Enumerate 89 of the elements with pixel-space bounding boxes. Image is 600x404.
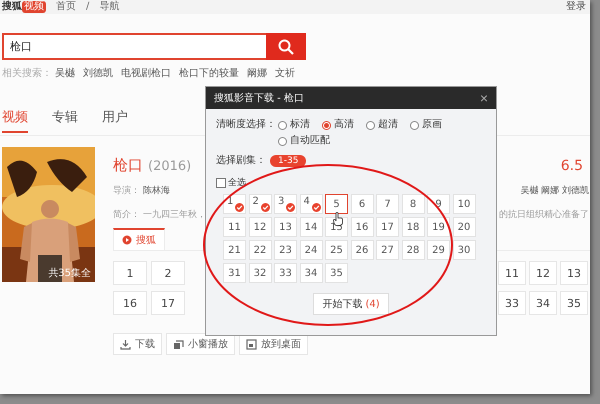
episode-option[interactable]: 33 — [274, 263, 297, 283]
episode-option[interactable]: 10 — [452, 194, 476, 214]
rating: 6.5 — [560, 158, 583, 174]
quality-radio[interactable]: 高清 — [322, 118, 354, 132]
related-label: 相关搜索： — [2, 67, 52, 81]
episode-option[interactable]: 23 — [274, 240, 297, 260]
director-label: 导演： — [113, 184, 140, 196]
search-button[interactable] — [266, 33, 306, 60]
episode-option[interactable]: 8 — [402, 194, 424, 214]
episode-option[interactable]: 26 — [350, 240, 374, 260]
cast-list: 吴樾 阚娜 刘德凯 — [520, 184, 589, 196]
quality-radio[interactable]: 原画 — [410, 118, 442, 132]
window-icon — [173, 338, 184, 350]
episode-option[interactable]: 11 — [223, 217, 246, 237]
action-button[interactable]: 下载 — [113, 333, 162, 355]
nav-link[interactable]: 首页 — [56, 1, 76, 13]
quality-radio[interactable]: 超清 — [366, 118, 398, 132]
episode-option[interactable]: 30 — [452, 240, 476, 260]
dialog-title: 搜狐影音下载 - 枪口 — [214, 92, 304, 105]
intro-text: 的抗日组织精心准备了 — [499, 208, 589, 220]
quality-label: 清晰度选择： — [216, 118, 276, 132]
download-icon — [120, 338, 131, 350]
tab[interactable]: 用户 — [102, 107, 128, 135]
related-link[interactable]: 枪口下的较量 — [179, 67, 239, 81]
episode-button[interactable]: 35 — [560, 291, 588, 315]
episode-button[interactable]: 2 — [151, 261, 185, 285]
related-link[interactable]: 刘德凯 — [83, 67, 113, 81]
episode-option[interactable]: 35 — [325, 263, 348, 283]
source-tab[interactable]: 搜狐 — [113, 228, 165, 250]
episode-option[interactable]: 22 — [248, 240, 272, 260]
nav-link[interactable]: / — [86, 1, 90, 13]
episode-option[interactable]: 25 — [325, 240, 348, 260]
episode-button[interactable]: 17 — [151, 291, 185, 315]
related-link[interactable]: 电视剧枪口 — [121, 67, 171, 81]
director-name[interactable]: 陈林海 — [143, 184, 170, 196]
episode-option[interactable]: 2 — [248, 194, 272, 214]
episode-option[interactable]: 19 — [427, 217, 450, 237]
episode-button[interactable]: 1 — [113, 261, 147, 285]
intro-label: 简介： — [113, 208, 140, 220]
quality-radio[interactable]: 标清 — [278, 118, 310, 132]
episode-button[interactable]: 11 — [498, 261, 526, 285]
episode-option[interactable]: 18 — [402, 217, 424, 237]
nav-link[interactable]: 导航 — [99, 1, 120, 13]
episode-option[interactable]: 6 — [350, 194, 374, 214]
search-field[interactable]: 枪口 — [2, 33, 266, 60]
tab[interactable]: 视频 — [2, 107, 28, 133]
movie-title[interactable]: 枪口 — [113, 156, 143, 175]
episode-option[interactable]: 34 — [300, 263, 322, 283]
episode-button[interactable]: 34 — [529, 291, 557, 315]
episode-option[interactable]: 4 — [300, 194, 322, 214]
related-link[interactable]: 阚娜 — [247, 67, 267, 81]
action-button[interactable]: 小窗播放 — [166, 333, 235, 355]
episode-button[interactable]: 12 — [529, 261, 557, 285]
episode-option[interactable]: 24 — [300, 240, 322, 260]
close-button[interactable]: × — [480, 91, 488, 105]
episodes-label: 选择剧集： — [216, 154, 266, 168]
episode-button[interactable]: 33 — [498, 291, 526, 315]
start-download-button[interactable]: 开始下载 (4) — [313, 293, 389, 315]
select-all-checkbox[interactable]: 全选 — [216, 176, 246, 189]
episode-option[interactable]: 13 — [274, 217, 297, 237]
episode-option[interactable]: 27 — [376, 240, 399, 260]
episode-option[interactable]: 21 — [223, 240, 246, 260]
episode-option[interactable]: 29 — [427, 240, 450, 260]
episode-option[interactable]: 16 — [350, 217, 374, 237]
desktop-icon — [246, 338, 257, 350]
episode-option[interactable]: 32 — [248, 263, 272, 283]
episode-option[interactable]: 12 — [248, 217, 272, 237]
episode-option[interactable]: 3 — [274, 194, 297, 214]
episode-option[interactable]: 31 — [223, 263, 246, 283]
tab[interactable]: 专辑 — [52, 107, 78, 135]
episode-option[interactable]: 5 — [325, 194, 348, 214]
logo-badge: 视频 — [22, 1, 46, 13]
episode-option[interactable]: 20 — [452, 217, 476, 237]
episode-option[interactable]: 7 — [376, 194, 399, 214]
episode-button[interactable]: 16 — [113, 291, 147, 315]
episode-button[interactable]: 13 — [560, 261, 588, 285]
range-pill[interactable]: 1-35 — [270, 155, 306, 167]
intro-text: 一九四三年秋， — [143, 208, 206, 220]
episode-option[interactable]: 14 — [300, 217, 322, 237]
episode-option[interactable]: 17 — [376, 217, 399, 237]
related-link[interactable]: 吴樾 — [55, 67, 75, 81]
related-link[interactable]: 文祈 — [275, 67, 295, 81]
search-icon — [278, 38, 294, 54]
play-icon — [122, 235, 132, 245]
site-logo[interactable]: 搜狐 — [2, 1, 22, 13]
login-link[interactable]: 登录 — [566, 1, 586, 13]
movie-year: (2016) — [148, 159, 192, 174]
episode-option[interactable]: 28 — [402, 240, 424, 260]
quality-radio[interactable]: 自动匹配 — [278, 134, 330, 148]
